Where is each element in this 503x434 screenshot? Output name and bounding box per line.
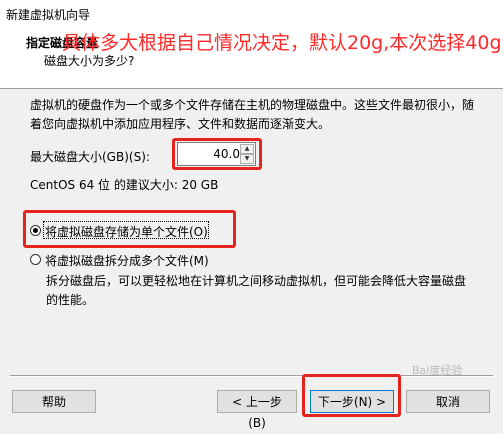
window-title: 新建虚拟机向导 — [6, 8, 91, 22]
disk-description: 虚拟机的硬盘作为一个或多个文件存储在主机的物理磁盘中。这些文件最初很小，随着您向… — [30, 98, 475, 131]
highlight-box-next — [302, 374, 401, 417]
red-annotation-text: 具体多大根据自己情况决定，默认20g,本次选择40g — [62, 32, 502, 54]
radio-split-files-label[interactable]: 将虚拟磁盘拆分成多个文件(M) — [45, 252, 209, 269]
highlight-box-disk-size — [172, 138, 262, 170]
radio-split-files[interactable] — [30, 254, 41, 265]
footer-divider — [10, 375, 493, 377]
back-button[interactable]: < 上一步(B) — [217, 390, 297, 430]
max-disk-size-label: 最大磁盘大小(GB)(S): — [30, 150, 150, 164]
cancel-button[interactable]: 取消 — [406, 390, 490, 413]
recommended-size-text: CentOS 64 位 的建议大小: 20 GB — [30, 178, 219, 192]
wizard-header: 指定磁盘容量 磁盘大小为多少? 具体多大根据自己情况决定，默认20g,本次选择4… — [0, 26, 503, 89]
split-description: 拆分磁盘后，可以更轻松地在计算机之间移动虚拟机，但可能会降低大容量磁盘的性能。 — [46, 274, 467, 307]
help-button[interactable]: 帮助 — [12, 390, 96, 413]
highlight-box-single-file — [23, 210, 236, 248]
window-titlebar: 新建虚拟机向导 — [0, 0, 503, 27]
